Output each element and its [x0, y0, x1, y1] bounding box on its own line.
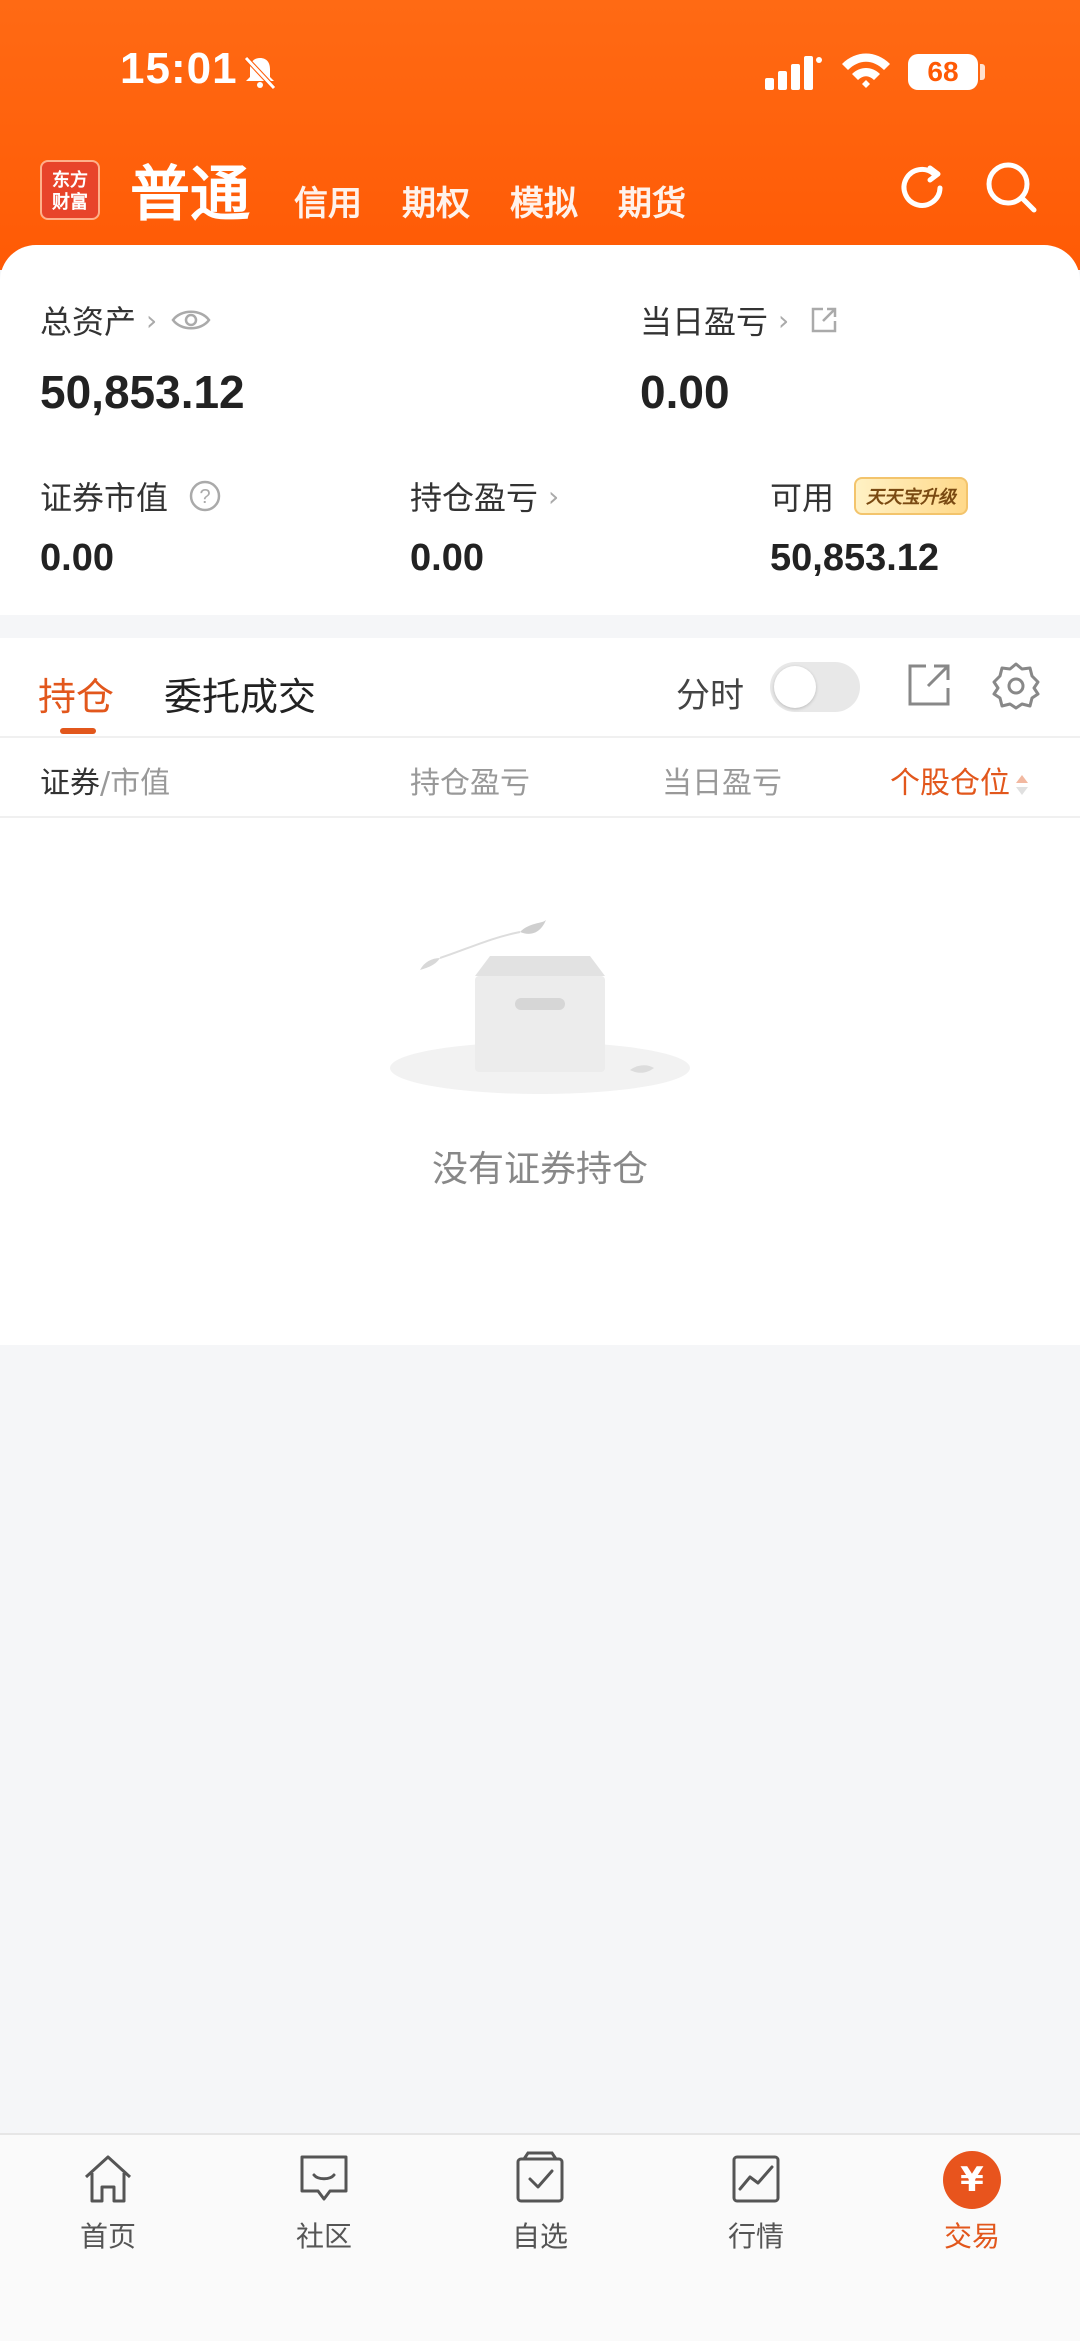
external-link-icon[interactable]: [809, 305, 839, 335]
total-assets-label: 总资产: [40, 303, 137, 341]
column-position-label: 个股仓位: [890, 766, 1010, 801]
divider: [0, 736, 1080, 738]
tab-normal[interactable]: 普通: [130, 146, 250, 233]
chevron-right-icon: ›: [778, 303, 790, 337]
daily-pnl-label: 当日盈亏: [640, 303, 769, 341]
available-funds: 可用 天天宝升级 50,853.12: [770, 473, 969, 580]
tabbar-home-label: 首页: [79, 2220, 136, 2253]
timeshare-toggle[interactable]: [770, 662, 860, 712]
tabbar-community[interactable]: 社区: [244, 2149, 404, 2255]
active-tab-indicator: [60, 728, 96, 734]
upgrade-badge[interactable]: 天天宝升级: [854, 477, 969, 515]
empty-state-text: 没有证券持仓: [431, 1149, 648, 1190]
toggle-knob: [774, 666, 816, 708]
tabbar-community-label: 社区: [295, 2220, 352, 2253]
holding-pnl-value: 0.00: [410, 537, 484, 579]
total-assets[interactable]: 总资产 › 50,853.12: [40, 297, 245, 419]
holdings-tabs: 持仓 委托成交 分时: [0, 638, 1080, 738]
daily-pnl-value: 0.00: [640, 366, 730, 418]
svg-text:?: ?: [199, 486, 210, 508]
daily-pnl[interactable]: 当日盈亏 › 0.00: [640, 297, 839, 419]
battery-indicator: 68: [908, 54, 978, 90]
column-daily-pnl: 当日盈亏: [662, 766, 782, 801]
sort-icon: [1016, 774, 1028, 795]
tab-options[interactable]: 期权: [402, 176, 470, 225]
tab-holdings[interactable]: 持仓: [38, 666, 114, 721]
logo-text: 东方 财富: [52, 170, 88, 213]
wifi-icon: [842, 53, 890, 88]
chevron-right-icon: ›: [548, 479, 560, 513]
search-icon[interactable]: [982, 158, 1040, 216]
column-position[interactable]: 个股仓位: [890, 758, 1030, 802]
market-value-label: 证券市值: [40, 479, 169, 517]
holdings-panel: 持仓 委托成交 分时 证券/市值 持仓盈亏 当日盈亏 个股仓位 没有证券持仓: [0, 638, 1080, 1345]
divider: [0, 816, 1080, 818]
tabbar-home[interactable]: 首页: [28, 2149, 188, 2255]
column-security-label: 证券: [40, 766, 100, 801]
empty-box-icon: [390, 920, 690, 1094]
tab-futures[interactable]: 期货: [618, 176, 686, 225]
status-time: 15:01: [120, 44, 238, 93]
trade-icon: ¥: [943, 2151, 1001, 2209]
market-value: 证券市值 ? 0.00: [40, 473, 222, 580]
app-logo: 东方 财富: [40, 160, 100, 220]
eye-icon[interactable]: [171, 307, 211, 333]
chevron-right-icon: ›: [146, 303, 158, 337]
available-value: 50,853.12: [770, 537, 940, 579]
tabbar-market-label: 行情: [727, 2220, 784, 2253]
home-icon: [84, 2155, 132, 2203]
holding-pnl-label: 持仓盈亏: [410, 479, 539, 517]
header: 15:01 68 东方 财富 普通 信用 期权 模拟 期货: [0, 0, 1080, 270]
tabbar-trade[interactable]: ¥ 交易: [892, 2149, 1052, 2255]
column-security: 证券/市值: [40, 758, 170, 802]
timeshare-label: 分时: [676, 676, 744, 716]
tab-credit[interactable]: 信用: [294, 176, 362, 225]
refresh-icon[interactable]: [894, 160, 950, 216]
holding-pnl[interactable]: 持仓盈亏 › 0.00: [410, 473, 559, 580]
export-icon[interactable]: [904, 660, 954, 710]
bell-off-icon: [244, 56, 276, 90]
account-type-tabs: 普通 信用 期权 模拟 期货: [130, 146, 726, 230]
community-icon: [300, 2155, 348, 2201]
column-market-value-label: /市值: [100, 766, 171, 801]
asset-summary: 总资产 › 50,853.12 当日盈亏 › 0.00 证券市值 ? 0.00 …: [0, 245, 1080, 615]
tab-simulation[interactable]: 模拟: [510, 176, 578, 225]
market-value-value: 0.00: [40, 537, 114, 579]
available-label: 可用: [770, 479, 835, 517]
signal-icon: [765, 56, 822, 90]
tabbar-market[interactable]: 行情: [676, 2149, 836, 2255]
market-icon: [732, 2155, 780, 2203]
total-assets-value: 50,853.12: [40, 366, 245, 418]
settings-icon[interactable]: [990, 660, 1042, 712]
battery-tip: [980, 64, 985, 80]
tabbar-watchlist-label: 自选: [511, 2220, 568, 2253]
help-icon[interactable]: ?: [188, 479, 222, 513]
bottom-tab-bar: 首页 社区 自选 行情 ¥ 交易: [0, 2133, 1080, 2341]
tab-orders[interactable]: 委托成交: [164, 666, 316, 721]
watchlist-icon: [516, 2151, 564, 2203]
status-bar: 15:01 68: [0, 0, 1080, 140]
column-holding-pnl: 持仓盈亏: [410, 766, 530, 801]
tabbar-watchlist[interactable]: 自选: [460, 2149, 620, 2255]
tabbar-trade-label: 交易: [943, 2220, 1000, 2253]
